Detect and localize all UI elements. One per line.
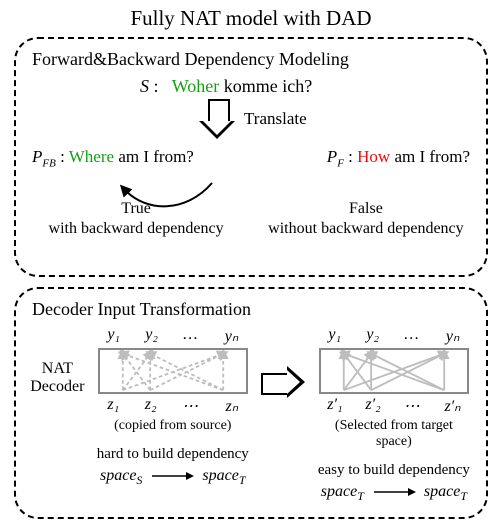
bottom-heading: Decoder Input Transformation [32, 299, 472, 320]
y-row-left: y₁ y₂ … yₙ [95, 326, 251, 346]
source-rest: komme ich? [224, 76, 312, 96]
backward-arrow-icon [116, 179, 216, 215]
true-desc: with backward dependency [30, 219, 242, 239]
decoder-box-right [319, 348, 469, 394]
pf-symbol: P [327, 147, 337, 166]
decoder-left-col: y₁ y₂ … yₙ [95, 326, 251, 488]
z-row-left: z₁ z₂ ⋯ zₙ [95, 396, 251, 416]
source-symbol: S [140, 76, 149, 96]
panel-forward-backward: Forward&Backward Dependency Modeling S :… [14, 37, 488, 277]
left-space-map: spaceS spaceT [95, 467, 251, 488]
z-row-right: z′₁ z′₂ ⋯ z′ₙ [316, 396, 472, 416]
decoder-right-col: y₁ y₂ … yₙ [316, 326, 472, 504]
decoder-box-left [98, 348, 248, 394]
false-label: False [260, 199, 472, 219]
pf-rest: am I from? [394, 147, 470, 166]
right-arrow-icon [150, 470, 194, 482]
pf-output: PF : How am I from? [327, 147, 470, 169]
source-highlight-word: Woher [172, 76, 220, 96]
right-caption-1: (Selected from target space) [316, 418, 472, 450]
y-row-right: y₁ y₂ … yₙ [316, 326, 472, 346]
decoder-row: NAT Decoder y₁ y₂ … yₙ [30, 326, 472, 504]
panel-decoder-input: Decoder Input Transformation NAT Decoder… [14, 287, 488, 519]
verdict-false: False without backward dependency [260, 199, 472, 239]
false-desc: without backward dependency [260, 219, 472, 239]
left-caption-2: hard to build dependency [95, 446, 251, 463]
top-heading: Forward&Backward Dependency Modeling [32, 49, 472, 70]
translate-arrow-row: Translate [200, 97, 472, 145]
pfb-highlight-word: Where [69, 147, 114, 166]
big-right-arrow-icon [261, 366, 306, 398]
down-arrow-icon [200, 99, 234, 139]
pfb-symbol: P [32, 147, 42, 166]
right-arrow-icon [372, 486, 416, 498]
right-caption-2: easy to build dependency [316, 462, 472, 479]
figure-title: Fully NAT model with DAD [14, 6, 488, 31]
left-caption-1: (copied from source) [95, 418, 251, 434]
source-sentence: S : Woher komme ich? [140, 76, 472, 97]
pfb-output: PFB : Where am I from? [32, 147, 194, 169]
translate-label: Translate [244, 109, 307, 129]
pf-highlight-word: How [357, 147, 390, 166]
verdict-row: True with backward dependency False with… [30, 199, 472, 239]
pfb-subscript: FB [42, 157, 55, 169]
diagram-root: Fully NAT model with DAD Forward&Backwar… [0, 0, 502, 530]
pf-subscript: F [337, 157, 344, 169]
outputs-row: PFB : Where am I from? PF : How am I fro… [30, 147, 472, 169]
pfb-rest: am I from? [118, 147, 194, 166]
nat-decoder-label: NAT Decoder [30, 360, 85, 397]
right-space-map: spaceT spaceT [316, 483, 472, 504]
